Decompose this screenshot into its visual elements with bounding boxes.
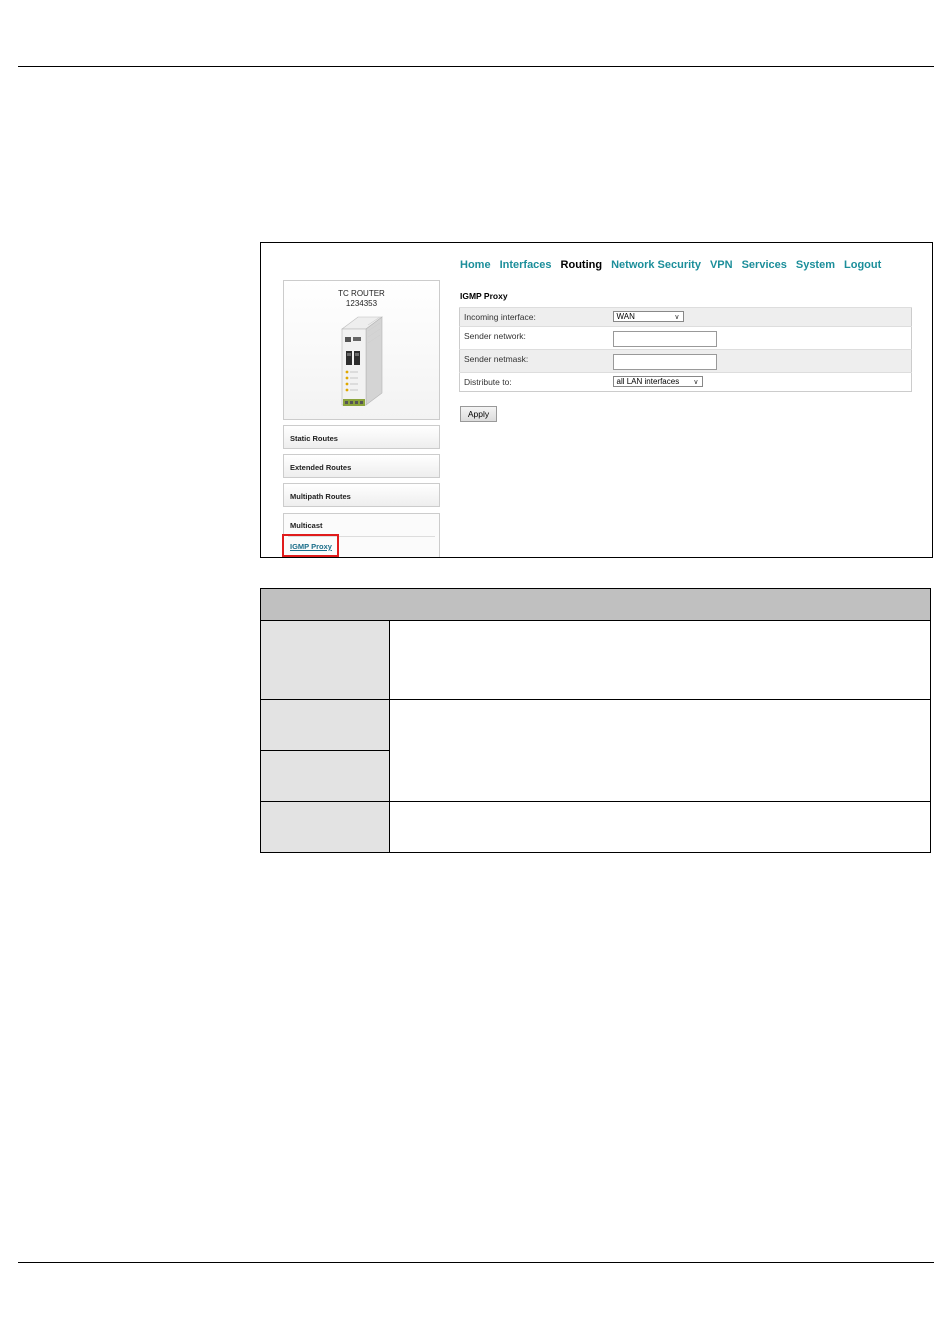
chevron-down-icon: ∨ bbox=[693, 378, 699, 386]
form-row: Incoming interface: WAN ∨ bbox=[459, 307, 912, 327]
sender-network-input[interactable] bbox=[612, 331, 717, 347]
sidebar-item-multipath-routes[interactable]: Multipath Routes bbox=[283, 483, 440, 507]
page-header-rule bbox=[18, 66, 934, 67]
page-title: IGMP Proxy bbox=[460, 291, 508, 301]
apply-button[interactable]: Apply bbox=[460, 406, 497, 422]
select-value: all LAN interfaces bbox=[616, 377, 680, 386]
nav-home[interactable]: Home bbox=[460, 259, 491, 271]
nav-interfaces[interactable]: Interfaces bbox=[500, 259, 552, 271]
incoming-interface-select[interactable]: WAN ∨ bbox=[612, 311, 684, 322]
table-row-divider bbox=[261, 699, 930, 700]
sender-network-label: Sender network: bbox=[459, 326, 611, 350]
sender-netmask-label: Sender netmask: bbox=[459, 349, 611, 373]
sidebar-item-extended-routes[interactable]: Extended Routes bbox=[283, 454, 440, 478]
router-web-ui-screenshot: Home Interfaces Routing Network Security… bbox=[260, 242, 933, 558]
form-control-cell bbox=[610, 349, 912, 373]
sidebar-item-static-routes[interactable]: Static Routes bbox=[283, 425, 440, 449]
nav-network-security[interactable]: Network Security bbox=[611, 259, 701, 271]
form-row: Distribute to: all LAN interfaces ∨ bbox=[459, 372, 912, 392]
select-value: WAN bbox=[616, 312, 635, 321]
nav-routing[interactable]: Routing bbox=[561, 259, 603, 271]
chevron-down-icon: ∨ bbox=[674, 313, 680, 321]
sender-netmask-input[interactable] bbox=[612, 354, 717, 370]
device-name: TC ROUTER bbox=[338, 289, 385, 298]
nav-system[interactable]: System bbox=[796, 259, 835, 271]
form-control-cell bbox=[610, 326, 912, 350]
page-footer-rule bbox=[18, 1262, 934, 1263]
sidebar-item-igmp-proxy[interactable]: IGMP Proxy bbox=[282, 534, 339, 557]
nav-services[interactable]: Services bbox=[742, 259, 787, 271]
nav-vpn[interactable]: VPN bbox=[710, 259, 733, 271]
igmp-proxy-form: Incoming interface: WAN ∨ Sender network… bbox=[459, 307, 912, 392]
table-row-divider bbox=[261, 801, 930, 802]
distribute-to-select[interactable]: all LAN interfaces ∨ bbox=[612, 376, 703, 387]
parameter-name-column bbox=[261, 621, 390, 852]
device-number: 1234353 bbox=[345, 299, 378, 308]
device-label: TC ROUTER 1234353 bbox=[284, 289, 439, 309]
form-row: Sender netmask: bbox=[459, 349, 912, 373]
table-header bbox=[261, 589, 930, 621]
table-row-divider bbox=[261, 750, 390, 751]
device-panel: TC ROUTER 1234353 bbox=[283, 280, 440, 420]
form-row: Sender network: bbox=[459, 326, 912, 350]
form-control-cell: all LAN interfaces ∨ bbox=[610, 372, 912, 392]
sidebar-group-title: Multicast bbox=[290, 521, 323, 530]
parameter-table bbox=[260, 588, 931, 853]
incoming-interface-label: Incoming interface: bbox=[459, 307, 611, 327]
main-navigation: Home Interfaces Routing Network Security… bbox=[460, 259, 881, 271]
nav-logout[interactable]: Logout bbox=[844, 259, 881, 271]
distribute-to-label: Distribute to: bbox=[459, 372, 611, 392]
form-control-cell: WAN ∨ bbox=[610, 307, 912, 327]
router-device-image bbox=[341, 316, 383, 406]
